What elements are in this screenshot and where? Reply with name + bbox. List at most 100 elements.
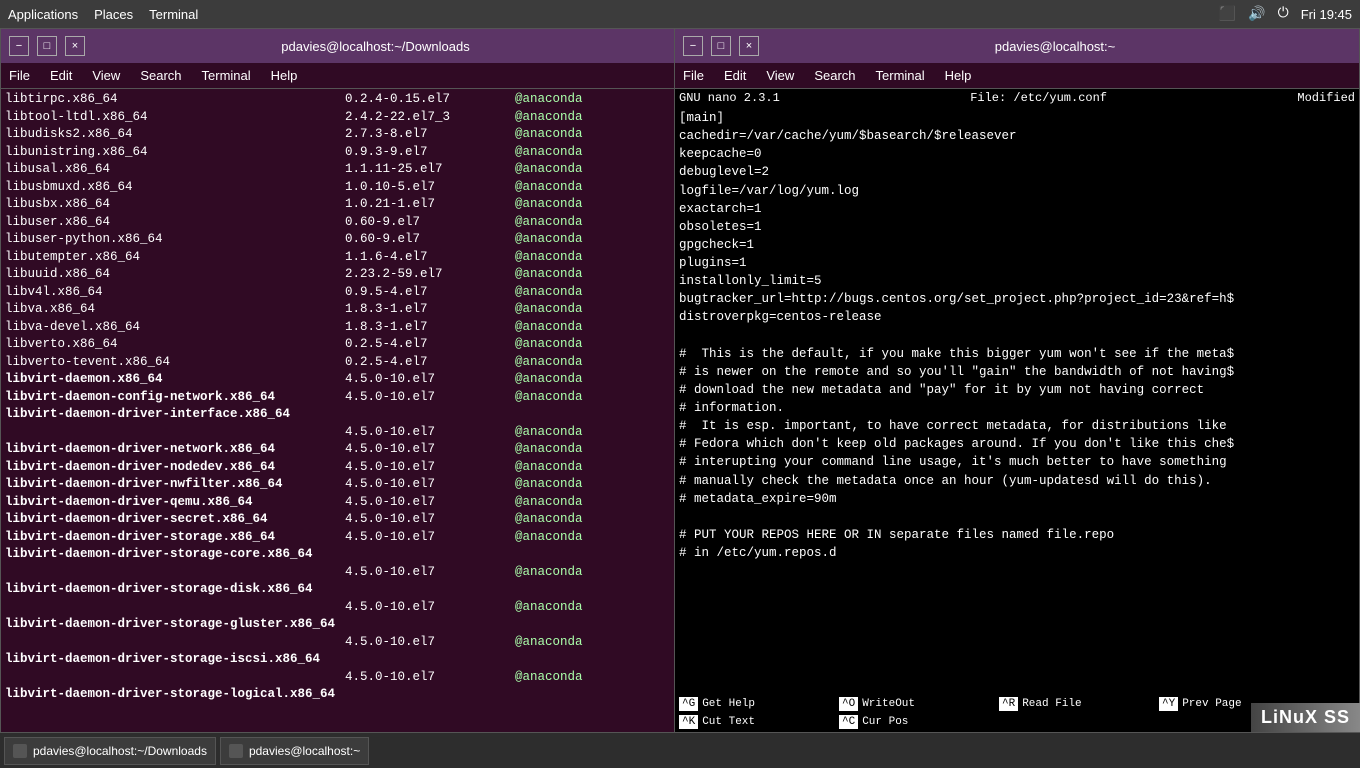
left-window-controls: − □ × bbox=[9, 36, 85, 56]
package-repo: @anaconda bbox=[515, 266, 583, 284]
package-version: 4.5.0-10.el7 bbox=[345, 424, 515, 442]
list-item: libusal.x86_641.1.11-25.el7@anaconda bbox=[5, 161, 670, 179]
package-name: libudisks2.x86_64 bbox=[5, 126, 345, 144]
taskbar-item-downloads[interactable]: pdavies@localhost:~/Downloads bbox=[4, 737, 216, 765]
left-menu-search[interactable]: Search bbox=[136, 68, 185, 83]
left-maximize-button[interactable]: □ bbox=[37, 36, 57, 56]
package-repo: @anaconda bbox=[515, 249, 583, 267]
right-terminal: − □ × pdavies@localhost:~ File Edit View… bbox=[675, 28, 1360, 768]
package-version: 4.5.0-10.el7 bbox=[345, 599, 515, 617]
package-version: 1.8.3-1.el7 bbox=[345, 301, 515, 319]
nano-cmd[interactable]: ^CCur Pos bbox=[835, 713, 995, 731]
taskbar-label-home: pdavies@localhost:~ bbox=[249, 744, 360, 758]
package-version: 4.5.0-10.el7 bbox=[345, 634, 515, 652]
list-item: libverto-tevent.x86_640.2.5-4.el7@anacon… bbox=[5, 354, 670, 372]
list-item: libusbmuxd.x86_641.0.10-5.el7@anaconda bbox=[5, 179, 670, 197]
right-minimize-button[interactable]: − bbox=[683, 36, 703, 56]
right-menu-terminal[interactable]: Terminal bbox=[872, 68, 929, 83]
left-terminal: − □ × pdavies@localhost:~/Downloads File… bbox=[0, 28, 675, 768]
package-name: libvirt-daemon-driver-storage-gluster.x8… bbox=[5, 616, 345, 634]
package-repo: @anaconda bbox=[515, 634, 583, 652]
left-close-button[interactable]: × bbox=[65, 36, 85, 56]
package-name: libvirt-daemon-driver-storage-logical.x8… bbox=[5, 686, 345, 704]
list-item: 4.5.0-10.el7@anaconda bbox=[5, 669, 670, 687]
package-repo: @anaconda bbox=[515, 179, 583, 197]
package-version: 0.9.5-4.el7 bbox=[345, 284, 515, 302]
package-name: libvirt-daemon-driver-storage-core.x86_6… bbox=[5, 546, 345, 564]
nano-cmd-key: ^O bbox=[839, 697, 858, 711]
list-item: libvirt-daemon-driver-interface.x86_64 bbox=[5, 406, 670, 424]
package-version: 1.0.10-5.el7 bbox=[345, 179, 515, 197]
package-repo: @anaconda bbox=[515, 389, 583, 407]
right-menu-view[interactable]: View bbox=[762, 68, 798, 83]
places-menu[interactable]: Places bbox=[94, 7, 133, 22]
package-version: 0.2.5-4.el7 bbox=[345, 336, 515, 354]
package-repo: @anaconda bbox=[515, 564, 583, 582]
package-repo: @anaconda bbox=[515, 354, 583, 372]
nano-cmd-desc: Cut Text bbox=[702, 716, 755, 728]
right-maximize-button[interactable]: □ bbox=[711, 36, 731, 56]
package-version: 0.2.5-4.el7 bbox=[345, 354, 515, 372]
nano-cmd-key: ^C bbox=[839, 715, 858, 729]
left-terminal-content: libtirpc.x86_640.2.4-0.15.el7@anacondali… bbox=[1, 89, 674, 767]
nano-cmd[interactable]: ^KCut Text bbox=[675, 713, 835, 731]
package-version: 1.1.11-25.el7 bbox=[345, 161, 515, 179]
left-menu-view[interactable]: View bbox=[88, 68, 124, 83]
package-repo: @anaconda bbox=[515, 511, 583, 529]
package-version: 2.4.2-22.el7_3 bbox=[345, 109, 515, 127]
nano-cmd-desc: WriteOut bbox=[862, 698, 915, 710]
package-name: libvirt-daemon-driver-storage-disk.x86_6… bbox=[5, 581, 345, 599]
left-minimize-button[interactable]: − bbox=[9, 36, 29, 56]
package-name: libvirt-daemon.x86_64 bbox=[5, 371, 345, 389]
list-item: libutempter.x86_641.1.6-4.el7@anaconda bbox=[5, 249, 670, 267]
left-menu-terminal[interactable]: Terminal bbox=[198, 68, 255, 83]
package-name: libtirpc.x86_64 bbox=[5, 91, 345, 109]
package-repo: @anaconda bbox=[515, 441, 583, 459]
package-version bbox=[345, 581, 515, 599]
package-repo: @anaconda bbox=[515, 126, 583, 144]
nano-editor-content[interactable]: [main] cachedir=/var/cache/yum/$basearch… bbox=[675, 107, 1359, 695]
nano-cmd[interactable]: ^GGet Help bbox=[675, 695, 835, 713]
terminal-menu[interactable]: Terminal bbox=[149, 7, 198, 22]
list-item: libtool-ltdl.x86_642.4.2-22.el7_3@anacon… bbox=[5, 109, 670, 127]
package-repo: @anaconda bbox=[515, 459, 583, 477]
list-item: libvirt-daemon-driver-storage-logical.x8… bbox=[5, 686, 670, 704]
left-menu-help[interactable]: Help bbox=[267, 68, 302, 83]
nano-cmd[interactable]: ^RRead File bbox=[995, 695, 1155, 713]
nano-cmd-key: ^R bbox=[999, 697, 1018, 711]
list-item: 4.5.0-10.el7@anaconda bbox=[5, 634, 670, 652]
package-version: 4.5.0-10.el7 bbox=[345, 564, 515, 582]
nano-app-name: GNU nano 2.3.1 bbox=[679, 91, 780, 105]
right-terminal-title: pdavies@localhost:~ bbox=[759, 39, 1351, 54]
right-close-button[interactable]: × bbox=[739, 36, 759, 56]
package-repo: @anaconda bbox=[515, 91, 583, 109]
left-menu-file[interactable]: File bbox=[5, 68, 34, 83]
package-version: 4.5.0-10.el7 bbox=[345, 669, 515, 687]
main-content: − □ × pdavies@localhost:~/Downloads File… bbox=[0, 28, 1360, 768]
package-repo: @anaconda bbox=[515, 144, 583, 162]
network-icon: ⬛ bbox=[1219, 6, 1236, 23]
package-version: 4.5.0-10.el7 bbox=[345, 494, 515, 512]
list-item: libvirt-daemon-driver-storage.x86_644.5.… bbox=[5, 529, 670, 547]
list-item: 4.5.0-10.el7@anaconda bbox=[5, 564, 670, 582]
list-item: libvirt-daemon-driver-qemu.x86_644.5.0-1… bbox=[5, 494, 670, 512]
nano-modified-status: Modified bbox=[1297, 91, 1355, 105]
right-menu-help[interactable]: Help bbox=[941, 68, 976, 83]
nano-cmd[interactable]: ^O WriteOut bbox=[835, 695, 995, 713]
applications-menu[interactable]: Applications bbox=[8, 7, 78, 22]
taskbar-item-home[interactable]: pdavies@localhost:~ bbox=[220, 737, 369, 765]
left-menu-edit[interactable]: Edit bbox=[46, 68, 76, 83]
right-menu-file[interactable]: File bbox=[679, 68, 708, 83]
package-version: 1.8.3-1.el7 bbox=[345, 319, 515, 337]
package-name: libvirt-daemon-driver-nwfilter.x86_64 bbox=[5, 476, 345, 494]
list-item: libuser.x86_640.60-9.el7@anaconda bbox=[5, 214, 670, 232]
list-item: 4.5.0-10.el7@anaconda bbox=[5, 424, 670, 442]
right-menu-search[interactable]: Search bbox=[810, 68, 859, 83]
package-version: 0.9.3-9.el7 bbox=[345, 144, 515, 162]
package-version bbox=[345, 616, 515, 634]
nano-cmd-key: ^G bbox=[679, 697, 698, 711]
nano-cmd-key: ^Y bbox=[1159, 697, 1178, 711]
list-item: 4.5.0-10.el7@anaconda bbox=[5, 599, 670, 617]
right-menu-edit[interactable]: Edit bbox=[720, 68, 750, 83]
nano-header: GNU nano 2.3.1 File: /etc/yum.conf Modif… bbox=[675, 89, 1359, 107]
